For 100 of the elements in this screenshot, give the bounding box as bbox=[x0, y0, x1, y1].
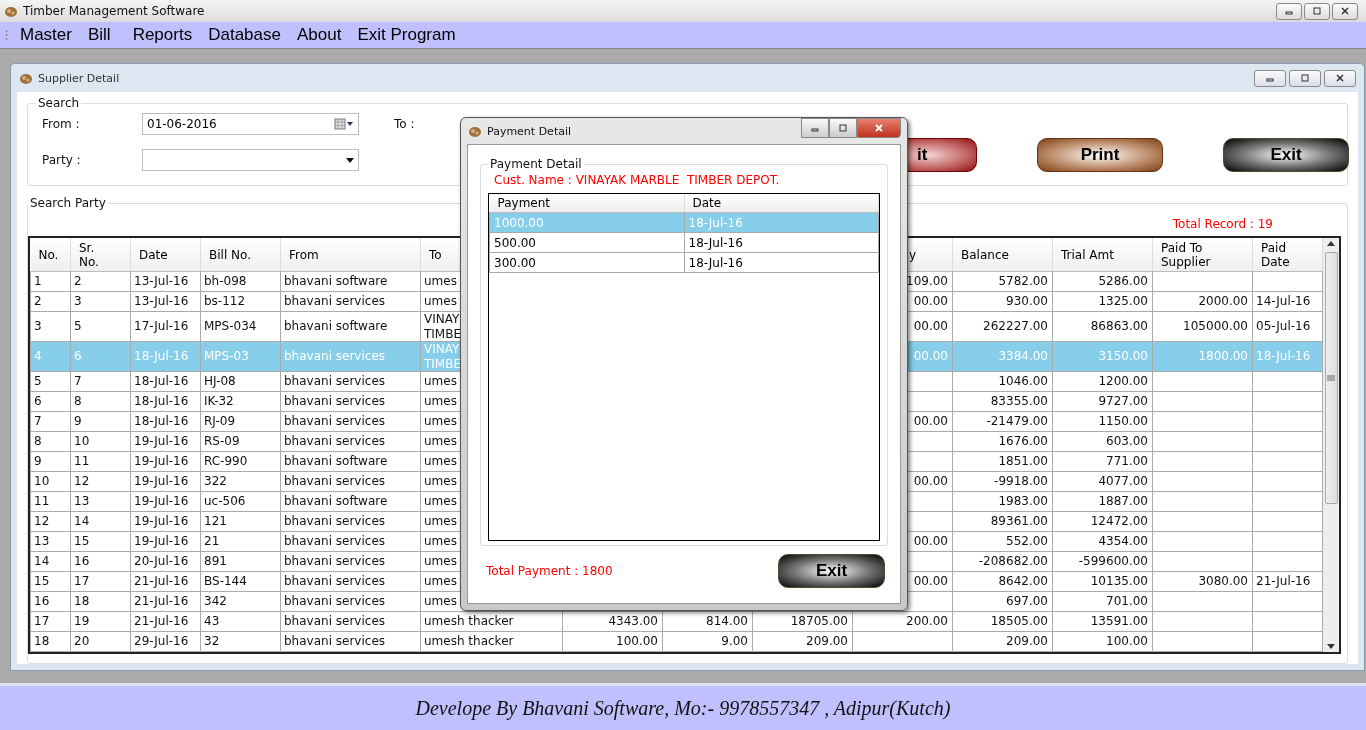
scrollbar[interactable] bbox=[1323, 238, 1339, 652]
table-cell: 1851.00 bbox=[952, 451, 1053, 472]
caret-icon bbox=[346, 157, 354, 163]
table-cell: RC-990 bbox=[200, 451, 281, 472]
table-cell: bhavani services bbox=[280, 371, 421, 392]
table-cell: bhavani services bbox=[280, 631, 421, 652]
table-cell: 15 bbox=[30, 571, 71, 592]
close-button[interactable] bbox=[1332, 2, 1358, 20]
column-header[interactable]: Balance bbox=[952, 238, 1053, 272]
table-cell: 9.00 bbox=[662, 631, 753, 652]
table-cell: 6 bbox=[30, 391, 71, 412]
calendar-icon bbox=[334, 118, 354, 130]
column-header[interactable]: Sr. No. bbox=[70, 238, 131, 272]
table-cell: 9 bbox=[30, 451, 71, 472]
column-header[interactable]: From bbox=[280, 238, 421, 272]
table-cell: 4077.00 bbox=[1052, 471, 1153, 492]
table-cell: bhavani services bbox=[280, 531, 421, 552]
table-cell: 209.00 bbox=[952, 631, 1053, 652]
table-cell: 3080.00 bbox=[1152, 571, 1253, 592]
column-header[interactable]: Paid To Supplier bbox=[1152, 238, 1253, 272]
table-cell: 18-Jul-16 bbox=[1252, 341, 1323, 372]
app-icon bbox=[19, 71, 33, 85]
table-cell: umesh thacker bbox=[420, 631, 563, 652]
table-cell: 19 bbox=[70, 611, 131, 632]
table-cell: 18-Jul-16 bbox=[130, 391, 201, 412]
minimize-button[interactable] bbox=[1254, 69, 1286, 87]
scroll-down-icon[interactable] bbox=[1327, 644, 1335, 649]
table-cell: HJ-08 bbox=[200, 371, 281, 392]
table-cell: 11 bbox=[70, 451, 131, 472]
table-cell: RS-09 bbox=[200, 431, 281, 452]
scroll-up-icon[interactable] bbox=[1327, 241, 1335, 246]
table-cell: -21479.00 bbox=[952, 411, 1053, 432]
close-icon bbox=[1335, 73, 1345, 83]
table-cell: 13 bbox=[30, 531, 71, 552]
table-cell: 1150.00 bbox=[1052, 411, 1153, 432]
table-cell: 771.00 bbox=[1052, 451, 1153, 472]
column-header[interactable]: No. bbox=[30, 238, 71, 272]
group-label: Payment Detail bbox=[489, 157, 583, 171]
table-cell: 8 bbox=[70, 391, 131, 412]
minimize-button[interactable] bbox=[1276, 2, 1302, 20]
table-cell: 19-Jul-16 bbox=[130, 451, 201, 472]
table-cell: 4 bbox=[30, 341, 71, 372]
menu-item[interactable]: Exit Program bbox=[349, 25, 464, 45]
table-cell: 2 bbox=[70, 271, 131, 292]
column-header[interactable]: Trial Amt bbox=[1052, 238, 1153, 272]
table-cell: 8642.00 bbox=[952, 571, 1053, 592]
scroll-thumb[interactable] bbox=[1324, 252, 1338, 504]
table-cell: 1325.00 bbox=[1052, 291, 1153, 312]
table-cell: bhavani services bbox=[280, 591, 421, 612]
table-cell: 89361.00 bbox=[952, 511, 1053, 532]
exit-button[interactable]: Exit bbox=[778, 554, 885, 588]
menu-item[interactable]: Reports bbox=[124, 25, 201, 45]
close-button[interactable] bbox=[1324, 69, 1356, 87]
table-cell: 3 bbox=[30, 311, 71, 342]
table-cell: 262227.00 bbox=[952, 311, 1053, 342]
table-cell: 19-Jul-16 bbox=[130, 531, 201, 552]
table-cell: bhavani services bbox=[280, 511, 421, 532]
table-cell: 18-Jul-16 bbox=[684, 232, 879, 253]
party-dropdown[interactable] bbox=[142, 149, 359, 171]
table-cell: 13591.00 bbox=[1052, 611, 1153, 632]
column-header[interactable]: Date bbox=[130, 238, 201, 272]
table-cell: -9918.00 bbox=[952, 471, 1053, 492]
date-picker[interactable]: 01-06-2016 bbox=[142, 113, 359, 135]
table-cell: 322 bbox=[200, 471, 281, 492]
menu-item[interactable]: About bbox=[288, 25, 350, 45]
table-cell: 4354.00 bbox=[1052, 531, 1153, 552]
column-header[interactable]: Bill No. bbox=[200, 238, 281, 272]
table-cell: 18 bbox=[70, 591, 131, 612]
table-cell: 701.00 bbox=[1052, 591, 1153, 612]
table-cell: bhavani software bbox=[280, 491, 421, 512]
table-cell: 342 bbox=[200, 591, 281, 612]
table-cell: 3150.00 bbox=[1052, 341, 1153, 372]
menu-item[interactable]: Bill bbox=[79, 25, 119, 45]
table-cell: 20-Jul-16 bbox=[130, 551, 201, 572]
maximize-button[interactable] bbox=[1289, 69, 1321, 87]
table-cell: MPS-03 bbox=[200, 341, 281, 372]
table-cell: bhavani services bbox=[280, 431, 421, 452]
table-cell: 105000.00 bbox=[1152, 311, 1253, 342]
maximize-button[interactable] bbox=[829, 118, 857, 138]
column-header[interactable]: Payment bbox=[489, 194, 684, 213]
table-cell: 3 bbox=[70, 291, 131, 312]
table-cell: 1887.00 bbox=[1052, 491, 1153, 512]
minimize-button[interactable] bbox=[801, 118, 829, 138]
table-cell: 14-Jul-16 bbox=[1252, 291, 1323, 312]
menu-item[interactable]: Database bbox=[200, 25, 289, 45]
table-cell: 9 bbox=[70, 411, 131, 432]
column-header[interactable]: Paid Date bbox=[1252, 238, 1323, 272]
column-header[interactable]: Date bbox=[684, 194, 879, 213]
table-cell: 121 bbox=[200, 511, 281, 532]
print-button[interactable]: Print bbox=[1037, 138, 1163, 172]
table-cell: bs-112 bbox=[200, 291, 281, 312]
exit-button[interactable]: Exit bbox=[1223, 138, 1349, 172]
table-cell: 18-Jul-16 bbox=[130, 371, 201, 392]
table-cell: 21 bbox=[200, 531, 281, 552]
app-icon bbox=[4, 4, 18, 18]
table-cell: 29-Jul-16 bbox=[130, 631, 201, 652]
table-cell: 16 bbox=[70, 551, 131, 572]
menu-item[interactable]: Master bbox=[12, 25, 80, 45]
table-cell: 18-Jul-16 bbox=[684, 252, 879, 273]
table-cell: 5782.00 bbox=[952, 271, 1053, 292]
